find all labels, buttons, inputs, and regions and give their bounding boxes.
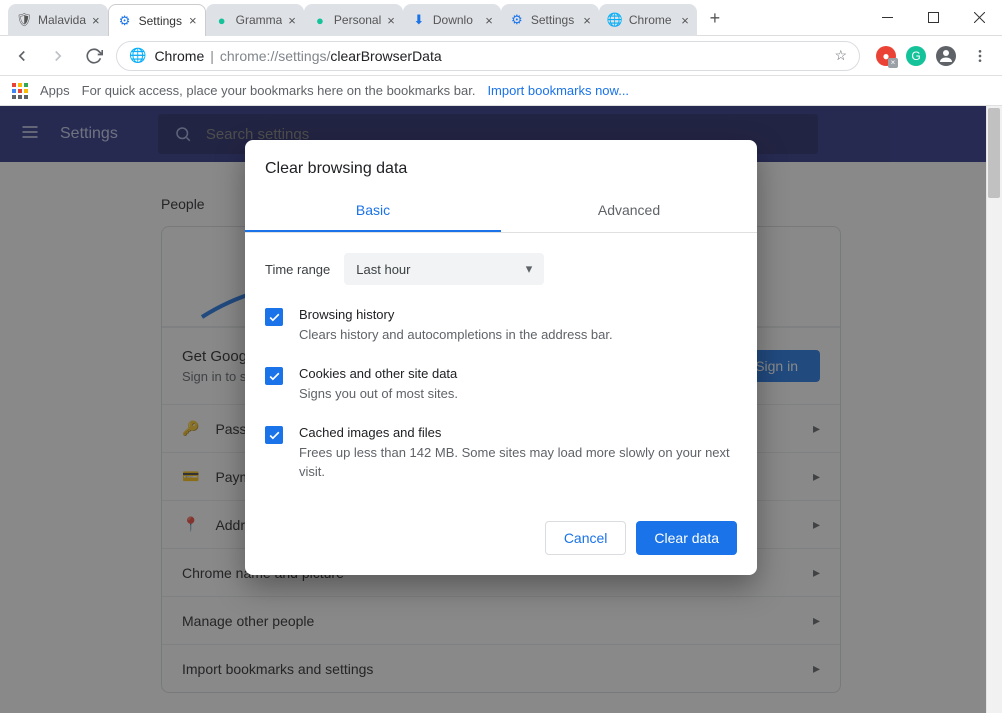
maximize-button[interactable]: [910, 3, 956, 33]
dialog-title: Clear browsing data: [245, 140, 757, 190]
grammarly-extension-icon[interactable]: G: [906, 46, 926, 66]
tab-downloads[interactable]: ⬇Downlo×: [403, 4, 501, 36]
content-area: Settings People Get Google smarts in Chr…: [0, 106, 1002, 713]
close-icon[interactable]: ×: [92, 14, 100, 27]
clear-browsing-data-dialog: Clear browsing data Basic Advanced Time …: [245, 140, 757, 575]
tab-malavida[interactable]: 🛡Malavida×: [8, 4, 108, 36]
omnibox-text: Chrome | chrome://settings/clearBrowserD…: [154, 48, 441, 64]
dialog-body: Time range Last hour ▾ Browsing history …: [245, 233, 757, 507]
extensions-area: ●× G: [876, 42, 994, 70]
close-icon[interactable]: ×: [583, 14, 591, 27]
star-icon[interactable]: ☆: [834, 47, 847, 64]
kebab-menu-icon[interactable]: [966, 42, 994, 70]
time-range-label: Time range: [265, 262, 330, 277]
tab-personal[interactable]: ●Personal×: [304, 4, 403, 36]
profile-avatar-icon[interactable]: [936, 46, 956, 66]
chevron-down-icon: ▾: [526, 261, 533, 277]
minimize-button[interactable]: [864, 3, 910, 33]
close-icon[interactable]: ×: [387, 14, 395, 27]
gear-icon: ⚙: [509, 12, 525, 28]
chrome-icon: 🌐: [607, 12, 623, 28]
bookmarks-hint: For quick access, place your bookmarks h…: [82, 83, 476, 98]
globe-icon: 🌐: [129, 47, 146, 64]
reload-button[interactable]: [80, 42, 108, 70]
close-window-button[interactable]: [956, 3, 1002, 33]
back-button[interactable]: [8, 42, 36, 70]
time-range-select[interactable]: Last hour ▾: [344, 253, 544, 285]
new-tab-button[interactable]: +: [701, 4, 729, 32]
clear-data-button[interactable]: Clear data: [636, 521, 737, 555]
checkbox-cookies: Cookies and other site data Signs you ou…: [265, 366, 737, 403]
forward-button[interactable]: [44, 42, 72, 70]
checkbox-desc: Clears history and autocompletions in th…: [299, 326, 613, 344]
checkbox-browsing-history: Browsing history Clears history and auto…: [265, 307, 737, 344]
address-bar[interactable]: 🌐 Chrome | chrome://settings/clearBrowse…: [116, 41, 860, 71]
dialog-actions: Cancel Clear data: [245, 507, 757, 575]
cancel-button[interactable]: Cancel: [545, 521, 627, 555]
import-bookmarks-link[interactable]: Import bookmarks now...: [487, 83, 629, 98]
tab-strip: 🛡Malavida× ⚙Settings× ●Gramma× ●Personal…: [0, 0, 864, 36]
tab-basic[interactable]: Basic: [245, 190, 501, 232]
grammarly-icon: ●: [214, 12, 230, 28]
browser-toolbar: 🌐 Chrome | chrome://settings/clearBrowse…: [0, 36, 1002, 76]
bookmarks-bar: Apps For quick access, place your bookma…: [0, 76, 1002, 106]
checkbox-cache: Cached images and files Frees up less th…: [265, 425, 737, 480]
extension-icon-1[interactable]: ●×: [876, 46, 896, 66]
shield-icon: 🛡: [16, 12, 32, 28]
checkbox-title: Cookies and other site data: [299, 366, 458, 381]
download-icon: ⬇: [411, 12, 427, 28]
checkbox[interactable]: [265, 426, 283, 444]
time-range-row: Time range Last hour ▾: [265, 253, 737, 285]
tab-advanced[interactable]: Advanced: [501, 190, 757, 232]
window-titlebar: 🛡Malavida× ⚙Settings× ●Gramma× ●Personal…: [0, 0, 1002, 36]
close-icon[interactable]: ×: [485, 14, 493, 27]
close-icon[interactable]: ×: [681, 14, 689, 27]
checkbox-title: Cached images and files: [299, 425, 737, 440]
vertical-scrollbar[interactable]: [986, 106, 1002, 713]
scroll-thumb[interactable]: [988, 108, 1000, 198]
checkbox-desc: Frees up less than 142 MB. Some sites ma…: [299, 444, 737, 480]
checkbox-title: Browsing history: [299, 307, 613, 322]
checkbox-desc: Signs you out of most sites.: [299, 385, 458, 403]
dialog-tabs: Basic Advanced: [245, 190, 757, 233]
close-icon[interactable]: ×: [288, 14, 296, 27]
tab-settings-2[interactable]: ⚙Settings×: [501, 4, 599, 36]
tab-chrome[interactable]: 🌐Chrome×: [599, 4, 697, 36]
grammarly-icon: ●: [312, 12, 328, 28]
window-controls: [864, 0, 1002, 35]
tab-grammarly[interactable]: ●Gramma×: [206, 4, 304, 36]
close-icon[interactable]: ×: [189, 14, 197, 27]
checkbox[interactable]: [265, 308, 283, 326]
tab-settings-active[interactable]: ⚙Settings×: [108, 4, 206, 36]
checkbox[interactable]: [265, 367, 283, 385]
gear-icon: ⚙: [117, 13, 133, 29]
apps-label[interactable]: Apps: [40, 83, 70, 98]
apps-grid-icon[interactable]: [12, 83, 28, 99]
